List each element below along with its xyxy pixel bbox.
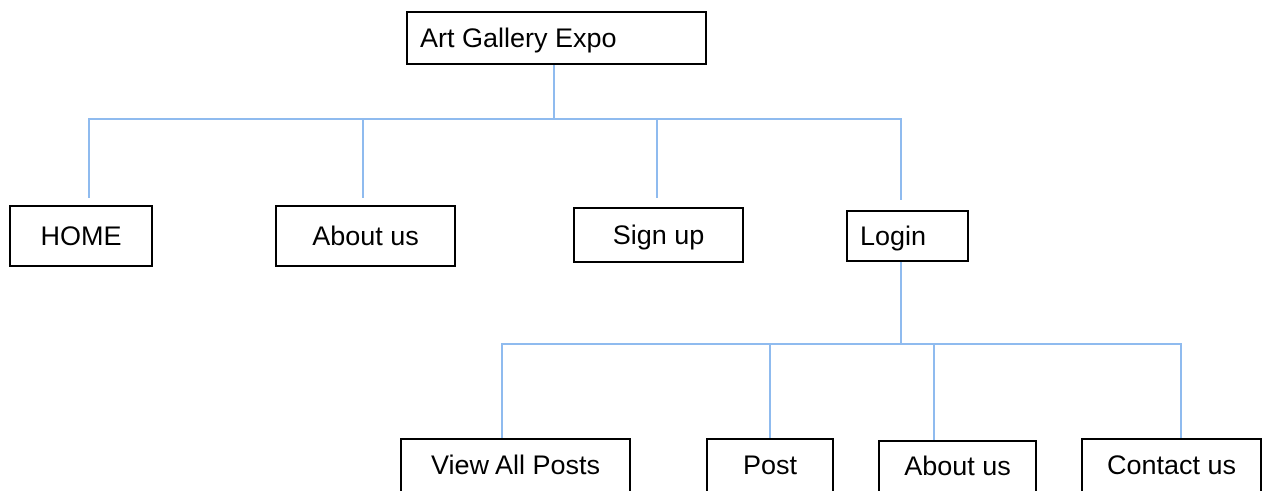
node-view-all-posts-label: View All Posts xyxy=(430,450,601,480)
node-sign-up-label: Sign up xyxy=(612,219,705,250)
connector-contact-drop xyxy=(1180,343,1182,439)
site-map-diagram: Art Gallery Expo HOME About us Sign up L… xyxy=(0,0,1265,491)
node-login: Login xyxy=(846,210,969,262)
connector-post-drop xyxy=(769,343,771,439)
connector-root-stem xyxy=(553,63,555,119)
connector-level2-bus xyxy=(501,343,1182,345)
connector-about-drop xyxy=(362,118,364,198)
connector-signup-drop xyxy=(656,118,658,198)
connector-home-drop xyxy=(88,118,90,198)
node-post-label: Post xyxy=(742,450,798,480)
node-view-all-posts: View All Posts xyxy=(400,438,631,491)
node-root: Art Gallery Expo xyxy=(406,11,707,65)
node-contact-us: Contact us xyxy=(1081,438,1262,491)
node-login-label: Login xyxy=(860,220,927,251)
node-home: HOME xyxy=(9,205,153,267)
node-about-us-2: About us xyxy=(878,440,1037,491)
node-about-us-label: About us xyxy=(312,220,419,251)
connector-login-drop xyxy=(900,118,902,200)
connector-viewall-drop xyxy=(501,343,503,439)
node-home-label: HOME xyxy=(40,220,122,251)
node-about-us-2-label: About us xyxy=(904,451,1011,481)
connector-about2-drop xyxy=(933,343,935,441)
node-contact-us-label: Contact us xyxy=(1106,450,1237,480)
node-root-label: Art Gallery Expo xyxy=(420,22,617,53)
node-sign-up: Sign up xyxy=(573,207,744,263)
connector-level1-bus xyxy=(88,118,902,120)
node-post: Post xyxy=(706,438,834,491)
connector-login-stem xyxy=(900,262,902,344)
node-about-us: About us xyxy=(275,205,456,267)
